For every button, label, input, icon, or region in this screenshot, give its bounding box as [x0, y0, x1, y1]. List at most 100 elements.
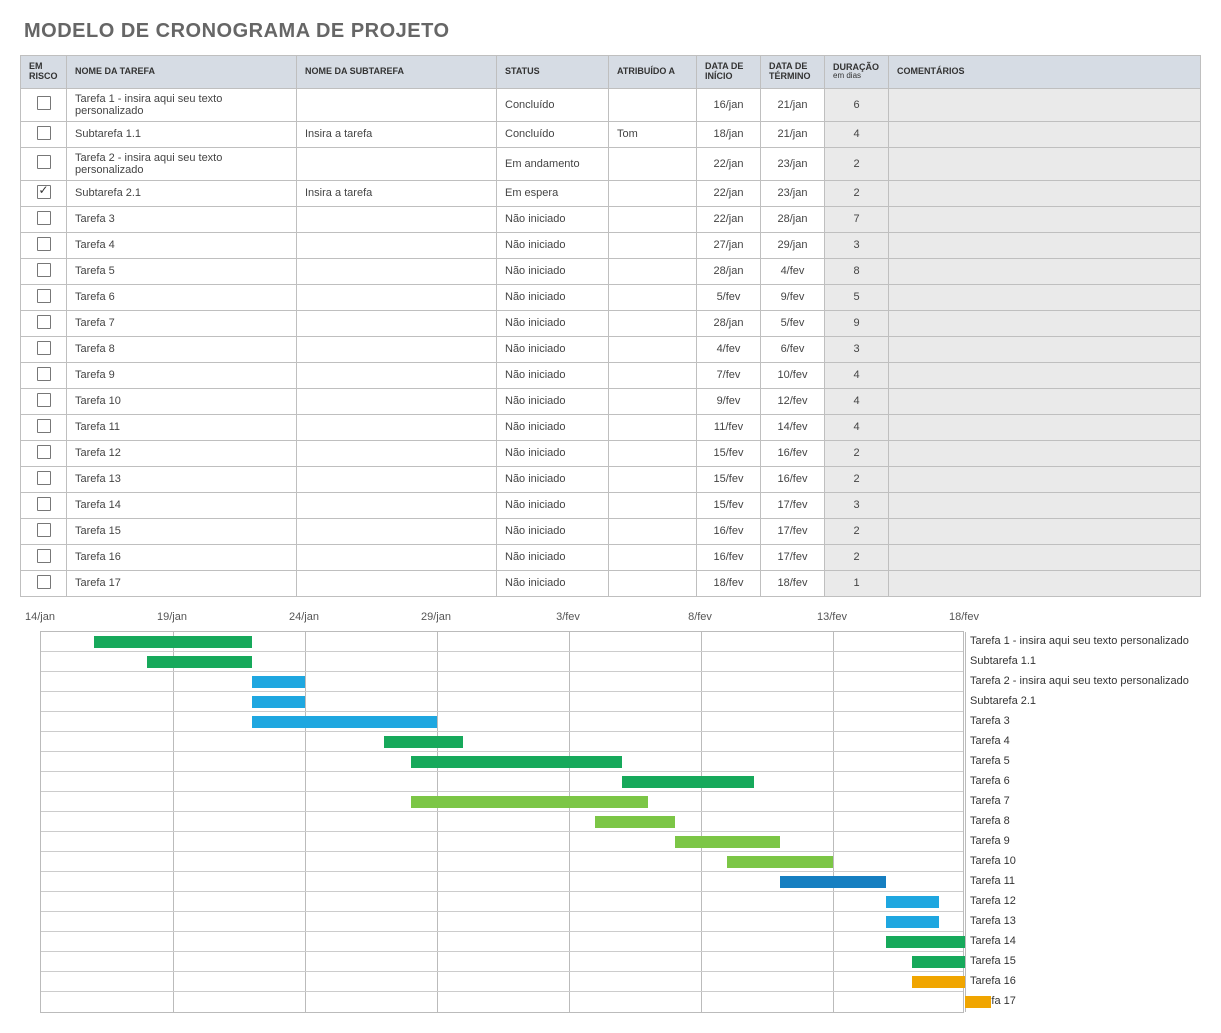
- status-cell[interactable]: Não iniciado: [497, 310, 609, 336]
- end-date-cell[interactable]: 9/fev: [761, 284, 825, 310]
- end-date-cell[interactable]: 28/jan: [761, 206, 825, 232]
- risk-checkbox[interactable]: [37, 523, 51, 537]
- start-date-cell[interactable]: 16/fev: [697, 518, 761, 544]
- comment-cell[interactable]: [889, 440, 1201, 466]
- start-date-cell[interactable]: 15/fev: [697, 440, 761, 466]
- task-name-cell[interactable]: Tarefa 13: [67, 466, 297, 492]
- subtask-name-cell[interactable]: [297, 570, 497, 596]
- start-date-cell[interactable]: 22/jan: [697, 206, 761, 232]
- risk-checkbox[interactable]: [37, 237, 51, 251]
- risk-checkbox[interactable]: [37, 96, 51, 110]
- status-cell[interactable]: Não iniciado: [497, 362, 609, 388]
- risk-cell[interactable]: [21, 362, 67, 388]
- start-date-cell[interactable]: 7/fev: [697, 362, 761, 388]
- risk-checkbox[interactable]: [37, 263, 51, 277]
- risk-cell[interactable]: [21, 466, 67, 492]
- start-date-cell[interactable]: 16/fev: [697, 544, 761, 570]
- assigned-cell[interactable]: [609, 440, 697, 466]
- end-date-cell[interactable]: 17/fev: [761, 492, 825, 518]
- end-date-cell[interactable]: 29/jan: [761, 232, 825, 258]
- comment-cell[interactable]: [889, 310, 1201, 336]
- risk-checkbox[interactable]: [37, 367, 51, 381]
- subtask-name-cell[interactable]: Insira a tarefa: [297, 180, 497, 206]
- risk-checkbox[interactable]: [37, 497, 51, 511]
- task-name-cell[interactable]: Tarefa 2 - insira aqui seu texto persona…: [67, 147, 297, 180]
- comment-cell[interactable]: [889, 414, 1201, 440]
- risk-cell[interactable]: [21, 284, 67, 310]
- risk-checkbox[interactable]: [37, 393, 51, 407]
- comment-cell[interactable]: [889, 544, 1201, 570]
- status-cell[interactable]: Não iniciado: [497, 336, 609, 362]
- start-date-cell[interactable]: 22/jan: [697, 147, 761, 180]
- risk-checkbox[interactable]: [37, 341, 51, 355]
- start-date-cell[interactable]: 18/fev: [697, 570, 761, 596]
- comment-cell[interactable]: [889, 388, 1201, 414]
- status-cell[interactable]: Não iniciado: [497, 466, 609, 492]
- risk-checkbox[interactable]: [37, 575, 51, 589]
- task-name-cell[interactable]: Tarefa 11: [67, 414, 297, 440]
- end-date-cell[interactable]: 23/jan: [761, 180, 825, 206]
- comment-cell[interactable]: [889, 518, 1201, 544]
- status-cell[interactable]: Concluído: [497, 121, 609, 147]
- assigned-cell[interactable]: Tom: [609, 121, 697, 147]
- end-date-cell[interactable]: 21/jan: [761, 88, 825, 121]
- comment-cell[interactable]: [889, 362, 1201, 388]
- start-date-cell[interactable]: 9/fev: [697, 388, 761, 414]
- risk-checkbox[interactable]: [37, 185, 51, 199]
- assigned-cell[interactable]: [609, 492, 697, 518]
- subtask-name-cell[interactable]: [297, 492, 497, 518]
- task-name-cell[interactable]: Tarefa 16: [67, 544, 297, 570]
- comment-cell[interactable]: [889, 180, 1201, 206]
- assigned-cell[interactable]: [609, 147, 697, 180]
- task-name-cell[interactable]: Tarefa 8: [67, 336, 297, 362]
- status-cell[interactable]: Não iniciado: [497, 284, 609, 310]
- assigned-cell[interactable]: [609, 414, 697, 440]
- start-date-cell[interactable]: 22/jan: [697, 180, 761, 206]
- comment-cell[interactable]: [889, 88, 1201, 121]
- assigned-cell[interactable]: [609, 88, 697, 121]
- risk-checkbox[interactable]: [37, 471, 51, 485]
- risk-cell[interactable]: [21, 414, 67, 440]
- status-cell[interactable]: Não iniciado: [497, 206, 609, 232]
- subtask-name-cell[interactable]: [297, 88, 497, 121]
- start-date-cell[interactable]: 16/jan: [697, 88, 761, 121]
- risk-cell[interactable]: [21, 492, 67, 518]
- status-cell[interactable]: Não iniciado: [497, 492, 609, 518]
- risk-cell[interactable]: [21, 180, 67, 206]
- end-date-cell[interactable]: 17/fev: [761, 518, 825, 544]
- assigned-cell[interactable]: [609, 284, 697, 310]
- task-name-cell[interactable]: Tarefa 14: [67, 492, 297, 518]
- start-date-cell[interactable]: 15/fev: [697, 466, 761, 492]
- task-name-cell[interactable]: Tarefa 12: [67, 440, 297, 466]
- comment-cell[interactable]: [889, 121, 1201, 147]
- assigned-cell[interactable]: [609, 258, 697, 284]
- assigned-cell[interactable]: [609, 388, 697, 414]
- comment-cell[interactable]: [889, 147, 1201, 180]
- risk-cell[interactable]: [21, 440, 67, 466]
- subtask-name-cell[interactable]: [297, 440, 497, 466]
- task-name-cell[interactable]: Subtarefa 2.1: [67, 180, 297, 206]
- task-name-cell[interactable]: Tarefa 1 - insira aqui seu texto persona…: [67, 88, 297, 121]
- status-cell[interactable]: Não iniciado: [497, 544, 609, 570]
- comment-cell[interactable]: [889, 232, 1201, 258]
- comment-cell[interactable]: [889, 258, 1201, 284]
- subtask-name-cell[interactable]: [297, 336, 497, 362]
- start-date-cell[interactable]: 11/fev: [697, 414, 761, 440]
- subtask-name-cell[interactable]: [297, 362, 497, 388]
- end-date-cell[interactable]: 5/fev: [761, 310, 825, 336]
- task-name-cell[interactable]: Tarefa 15: [67, 518, 297, 544]
- status-cell[interactable]: Não iniciado: [497, 518, 609, 544]
- end-date-cell[interactable]: 17/fev: [761, 544, 825, 570]
- start-date-cell[interactable]: 4/fev: [697, 336, 761, 362]
- subtask-name-cell[interactable]: [297, 284, 497, 310]
- assigned-cell[interactable]: [609, 336, 697, 362]
- risk-cell[interactable]: [21, 544, 67, 570]
- end-date-cell[interactable]: 6/fev: [761, 336, 825, 362]
- end-date-cell[interactable]: 12/fev: [761, 388, 825, 414]
- assigned-cell[interactable]: [609, 232, 697, 258]
- end-date-cell[interactable]: 16/fev: [761, 466, 825, 492]
- comment-cell[interactable]: [889, 492, 1201, 518]
- assigned-cell[interactable]: [609, 206, 697, 232]
- risk-checkbox[interactable]: [37, 211, 51, 225]
- status-cell[interactable]: Em andamento: [497, 147, 609, 180]
